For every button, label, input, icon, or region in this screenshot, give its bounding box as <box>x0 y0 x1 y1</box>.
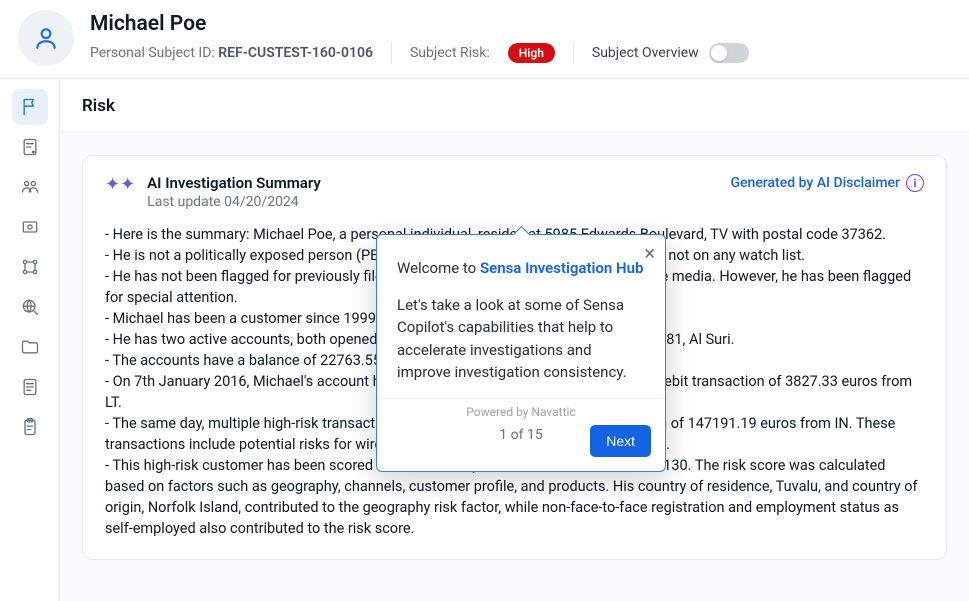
graph-icon <box>20 257 40 277</box>
subject-id-value: REF-CUSTEST-160-0106 <box>218 45 373 61</box>
tab-clipboard[interactable] <box>12 409 48 445</box>
sidebar <box>0 79 60 601</box>
page-title: Risk <box>60 79 969 133</box>
clipboard-icon <box>20 417 40 437</box>
subject-name: Michael Poe <box>90 12 749 36</box>
disclaimer-text: Generated by AI Disclaimer <box>730 175 900 191</box>
separator <box>573 42 574 64</box>
popover-body: Let's take a look at some of Sensa Copil… <box>397 294 645 384</box>
folder-icon <box>20 337 40 357</box>
frame-icon <box>20 217 40 237</box>
tab-doc-lines[interactable] <box>12 369 48 405</box>
overview-label: Subject Overview <box>592 45 699 61</box>
separator <box>391 42 392 64</box>
subject-id-block: Personal Subject ID: REF-CUSTEST-160-010… <box>90 45 373 61</box>
globe-search-icon <box>20 297 40 317</box>
ai-disclaimer-link[interactable]: Generated by AI Disclaimer i <box>730 174 924 192</box>
step-indicator: 1 of 15 <box>499 427 542 443</box>
welcome-link[interactable]: Sensa Investigation Hub <box>480 259 643 277</box>
sparkles-icon: ✦✦ <box>105 176 135 194</box>
close-icon[interactable]: × <box>644 243 655 263</box>
flag-icon <box>20 97 40 117</box>
avatar <box>18 10 74 66</box>
subject-id-label: Personal Subject ID: <box>90 45 215 61</box>
tab-doc-alert[interactable] <box>12 129 48 165</box>
people-icon <box>20 177 40 197</box>
tab-globe[interactable] <box>12 289 48 325</box>
header-bar: Michael Poe Personal Subject ID: REF-CUS… <box>0 0 969 79</box>
doc-lines-icon <box>20 377 40 397</box>
welcome-prefix: Welcome to <box>397 259 480 277</box>
tab-risk[interactable] <box>12 89 48 125</box>
tab-people[interactable] <box>12 169 48 205</box>
next-button[interactable]: Next <box>590 425 651 457</box>
overview-toggle[interactable] <box>709 43 749 63</box>
tab-graph[interactable] <box>12 249 48 285</box>
doc-alert-icon <box>20 137 40 157</box>
subject-risk-label: Subject Risk: <box>410 45 490 61</box>
popover-heading: Welcome to Sensa Investigation Hub <box>397 257 645 280</box>
tour-popover: × Welcome to Sensa Investigation Hub Let… <box>376 234 666 472</box>
powered-by: Powered by Navattic <box>377 398 665 427</box>
tab-frame[interactable] <box>12 209 48 245</box>
card-subtitle: Last update 04/20/2024 <box>147 194 321 210</box>
person-icon <box>33 25 59 51</box>
risk-badge: High <box>508 43 555 63</box>
info-icon: i <box>906 174 924 192</box>
card-title: AI Investigation Summary <box>147 174 321 192</box>
tab-folder[interactable] <box>12 329 48 365</box>
